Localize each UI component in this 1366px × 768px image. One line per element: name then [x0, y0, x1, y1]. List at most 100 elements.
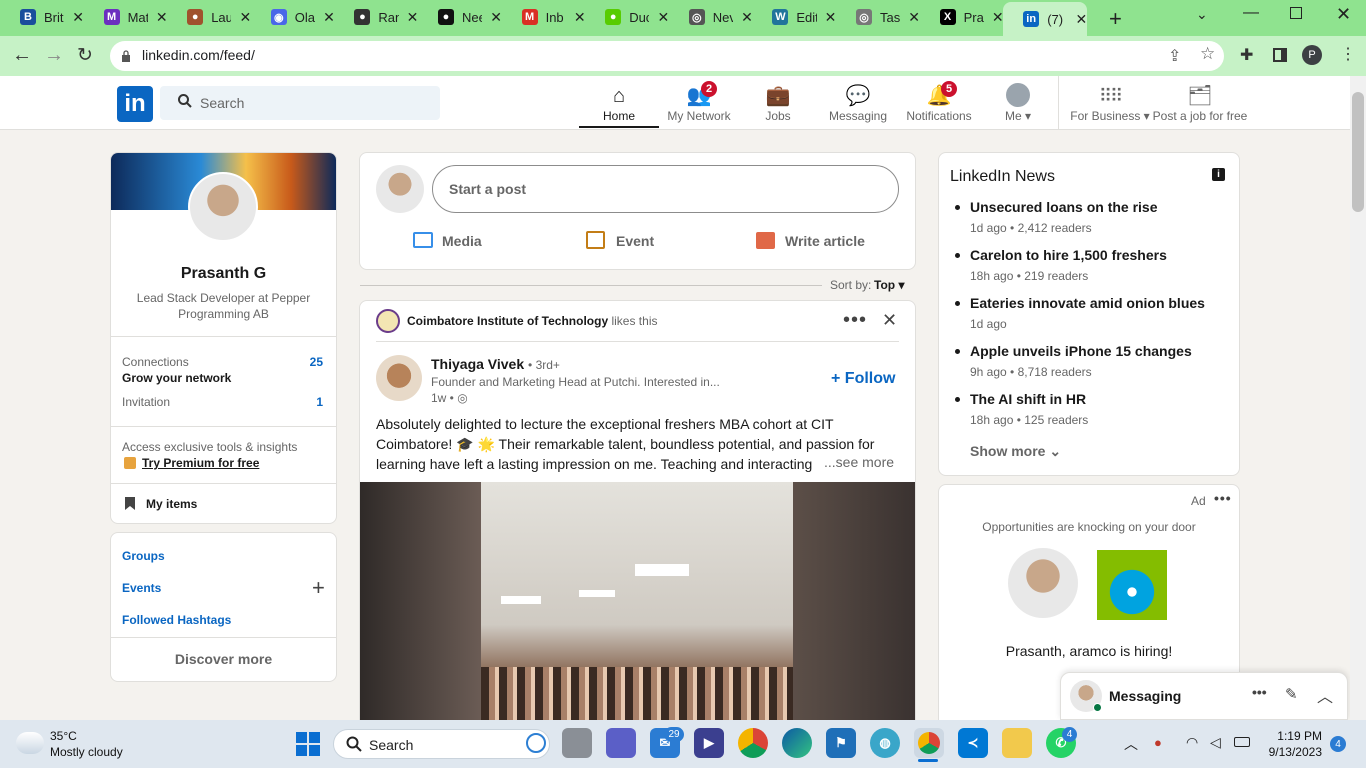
- clock-time[interactable]: 1:19 PM: [1258, 729, 1322, 743]
- search-input[interactable]: Search: [160, 86, 440, 120]
- news-headline[interactable]: The AI shift in HR: [970, 391, 1086, 407]
- invitation-count[interactable]: 1: [300, 395, 323, 409]
- chevron-up-icon[interactable]: ︿: [1317, 683, 1333, 707]
- window-close-icon[interactable]: ✕: [1336, 4, 1351, 25]
- info-icon[interactable]: i: [1212, 168, 1225, 181]
- my-items[interactable]: My items: [146, 497, 197, 511]
- globe-app-icon[interactable]: ◍: [870, 728, 900, 758]
- battery-icon[interactable]: [1234, 737, 1250, 747]
- app-icon[interactable]: ⚑: [826, 728, 856, 758]
- browser-tab[interactable]: B Brit ✕: [0, 0, 84, 34]
- nav-me[interactable]: Me ▾: [996, 76, 1040, 130]
- tab-close-icon[interactable]: ✕: [490, 9, 502, 26]
- linkedin-logo[interactable]: in: [117, 86, 153, 122]
- hashtags-link[interactable]: Followed Hashtags: [122, 613, 231, 627]
- messaging-label[interactable]: Messaging: [1109, 688, 1181, 704]
- groups-link[interactable]: Groups: [122, 549, 165, 563]
- chrome-profile-icon[interactable]: [914, 728, 944, 758]
- media-app-icon[interactable]: ▶: [694, 728, 724, 758]
- bookmark-star-icon[interactable]: ☆: [1200, 44, 1215, 64]
- nav-notifications[interactable]: 🔔 Notifications: [902, 76, 976, 130]
- tray-chevron-icon[interactable]: ︿: [1124, 734, 1138, 754]
- follow-button[interactable]: + Follow: [831, 370, 895, 388]
- tab-close-icon[interactable]: ✕: [992, 9, 1004, 26]
- weather-temp[interactable]: 35°C: [50, 729, 77, 743]
- aramco-logo[interactable]: [1097, 550, 1167, 620]
- tab-close-icon[interactable]: ✕: [741, 9, 753, 26]
- bing-icon[interactable]: [526, 733, 546, 753]
- url-text[interactable]: linkedin.com/feed/: [142, 47, 255, 63]
- media-button[interactable]: Media: [442, 233, 482, 249]
- tab-close-icon[interactable]: ✕: [908, 9, 920, 26]
- start-icon[interactable]: [296, 732, 320, 756]
- share-icon[interactable]: ⇪: [1168, 46, 1181, 66]
- author-avatar[interactable]: [376, 355, 422, 401]
- nav-for-business[interactable]: ⠿⠿ For Business ▾: [1066, 76, 1154, 130]
- nav-my-network[interactable]: 👥 My Network: [660, 76, 738, 130]
- write-article-button[interactable]: Write article: [785, 233, 865, 249]
- browser-tab[interactable]: ● Nee ✕: [418, 0, 502, 34]
- event-button[interactable]: Event: [616, 233, 654, 249]
- invitation-label[interactable]: Invitation: [122, 395, 170, 409]
- extensions-icon[interactable]: ✚: [1240, 45, 1253, 65]
- browser-tab[interactable]: W Edit ✕: [752, 0, 836, 34]
- tab-close-icon[interactable]: ✕: [825, 9, 837, 26]
- profile-avatar[interactable]: P: [1302, 45, 1322, 65]
- news-headline[interactable]: Apple unveils iPhone 15 changes: [970, 343, 1192, 359]
- browser-tab[interactable]: ◎ Nev ✕: [669, 0, 753, 34]
- nav-jobs[interactable]: 💼 Jobs: [750, 76, 806, 130]
- see-more-link[interactable]: ...see more: [818, 454, 895, 470]
- task-view-icon[interactable]: [562, 728, 592, 758]
- show-more-news[interactable]: Show more ⌄: [970, 443, 1061, 460]
- volume-icon[interactable]: ◁: [1210, 734, 1221, 751]
- browser-tab[interactable]: M Inb ✕: [502, 0, 586, 34]
- tab-close-icon[interactable]: ✕: [156, 9, 168, 26]
- discover-more[interactable]: Discover more: [110, 651, 337, 667]
- connections-label[interactable]: Connections: [122, 355, 189, 369]
- new-tab-icon[interactable]: +: [1109, 6, 1122, 32]
- tab-close-icon[interactable]: ✕: [657, 9, 669, 26]
- tab-close-icon[interactable]: ✕: [72, 9, 84, 26]
- forward-icon[interactable]: →: [44, 44, 64, 67]
- minimize-icon[interactable]: —: [1243, 4, 1259, 22]
- notification-center-badge[interactable]: 4: [1330, 736, 1346, 752]
- tab-close-icon[interactable]: ✕: [323, 9, 335, 26]
- reload-icon[interactable]: ↻: [77, 44, 93, 67]
- post-image[interactable]: [360, 482, 915, 720]
- teams-icon[interactable]: [606, 728, 636, 758]
- compose-icon[interactable]: ✎: [1285, 685, 1298, 703]
- nav-home[interactable]: ⌂ Home: [585, 76, 653, 130]
- add-event-icon[interactable]: +: [312, 575, 325, 601]
- weather-desc[interactable]: Mostly cloudy: [50, 745, 123, 759]
- nav-messaging[interactable]: 💬 Messaging: [826, 76, 890, 130]
- browser-tab[interactable]: X Pra ✕: [920, 0, 1004, 34]
- maximize-icon[interactable]: [1290, 7, 1302, 19]
- post-dismiss-icon[interactable]: ✕: [882, 310, 897, 331]
- news-headline[interactable]: Eateries innovate amid onion blues: [970, 295, 1205, 311]
- tab-close-icon[interactable]: ✕: [407, 9, 419, 26]
- back-icon[interactable]: ←: [12, 44, 32, 67]
- profile-photo[interactable]: [188, 172, 258, 242]
- profile-name[interactable]: Prasanth G: [110, 265, 337, 283]
- browser-tab[interactable]: M Mat ✕: [84, 0, 168, 34]
- chrome-icon[interactable]: [738, 728, 768, 758]
- tab-close-icon[interactable]: ✕: [1075, 11, 1087, 28]
- connections-count[interactable]: 25: [300, 355, 323, 369]
- browser-tab[interactable]: ● Duc ✕: [585, 0, 669, 34]
- start-post-input[interactable]: Start a post: [432, 165, 899, 213]
- tray-app-icon[interactable]: ●: [1154, 735, 1162, 750]
- weather-cloud-icon[interactable]: [16, 732, 44, 754]
- browser-tab[interactable]: ◎ Tasl ✕: [836, 0, 920, 34]
- tab-close-icon[interactable]: ✕: [239, 9, 251, 26]
- try-premium-link[interactable]: Try Premium for free: [142, 456, 259, 470]
- browser-tab[interactable]: in (7) l ✕: [1003, 2, 1088, 36]
- scrollbar-thumb[interactable]: [1352, 92, 1364, 212]
- sort-dropdown[interactable]: Top ▾: [874, 278, 904, 292]
- side-panel-icon[interactable]: [1273, 48, 1287, 62]
- news-headline[interactable]: Unsecured loans on the rise: [970, 199, 1158, 215]
- wifi-icon[interactable]: ◠: [1186, 734, 1198, 751]
- tab-close-icon[interactable]: ✕: [574, 9, 586, 26]
- messaging-more-icon[interactable]: •••: [1252, 684, 1267, 700]
- ad-more-icon[interactable]: •••: [1214, 490, 1232, 506]
- vscode-icon[interactable]: ≺: [958, 728, 988, 758]
